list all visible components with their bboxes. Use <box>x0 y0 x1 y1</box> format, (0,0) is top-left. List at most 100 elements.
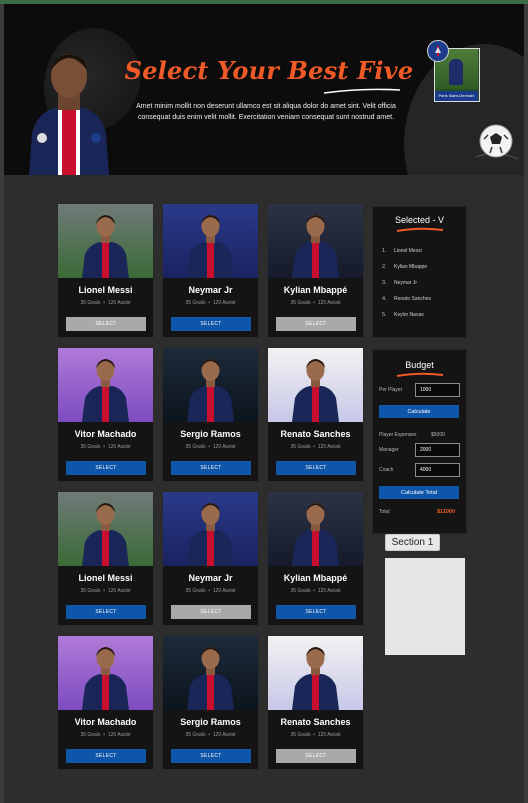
select-button[interactable]: SELECT <box>66 461 146 475</box>
select-button[interactable]: SELECT <box>171 605 251 619</box>
player-photo <box>163 348 258 422</box>
selected-item-number: 3. <box>382 280 387 286</box>
player-card: Renato Sanches 35 Goals • 120 Assist SELEC… <box>267 347 364 482</box>
player-goals: 35 Goals <box>80 732 101 738</box>
select-button[interactable]: SELECT <box>171 317 251 331</box>
section-1-button[interactable]: Section 1 <box>385 534 440 551</box>
player-name: Vitor Machado <box>74 429 137 439</box>
player-photo <box>268 204 363 278</box>
select-button[interactable]: SELECT <box>171 461 251 475</box>
coach-input[interactable]: 4000 <box>415 463 460 477</box>
hero-player-figure <box>29 54 109 175</box>
player-card: Renato Sanches 35 Goals • 120 Assist SELEC… <box>267 635 364 770</box>
total-row: Total $11000 <box>379 509 455 515</box>
player-expenses-value: $5000 <box>431 432 445 438</box>
per-player-input[interactable]: 1000 <box>415 383 460 397</box>
player-photo <box>58 636 153 710</box>
select-button[interactable]: SELECT <box>66 317 146 331</box>
select-button[interactable]: SELECT <box>276 461 356 475</box>
stats-separator: • <box>100 300 108 306</box>
selected-player-list: 1. Lionel Messi 2. Kylian Mbappe 3. Neymar Jr… <box>373 233 466 323</box>
selected-list-item: 4. Renato Sanches <box>382 291 466 307</box>
player-name: Renato Sanches <box>280 717 351 727</box>
select-button[interactable]: SELECT <box>66 749 146 763</box>
selected-item-name: Neymar Jr <box>394 280 418 286</box>
selected-item-name: Renato Sanches <box>394 296 431 302</box>
player-card: Sergio Ramos 35 Goals • 120 Assist SELECT <box>162 635 259 770</box>
selected-list-item: 1. Lionel Messi <box>382 243 466 259</box>
player-expenses-row: Player Expenses $5000 <box>379 432 445 438</box>
player-expenses-label: Player Expenses <box>379 432 417 438</box>
player-photo <box>268 636 363 710</box>
selected-item-name: Kylian Mbappe <box>394 264 428 270</box>
player-goals: 35 Goals <box>80 444 101 450</box>
player-photo-figure <box>163 492 258 566</box>
player-card: Lionel Messi 35 Goals • 120 Assist SELECT <box>57 203 154 338</box>
manager-input[interactable]: 2000 <box>415 443 460 457</box>
section-1-placeholder-box <box>385 558 465 655</box>
total-label: Total <box>379 509 390 515</box>
player-assist: 120 Assist <box>107 732 131 738</box>
calculate-total-button[interactable]: Calculate Total <box>379 486 459 499</box>
player-assist: 120 Assist <box>317 588 341 594</box>
player-photo <box>58 348 153 422</box>
player-name: Kylian Mbappé <box>283 285 348 295</box>
select-button[interactable]: SELECT <box>66 605 146 619</box>
player-goals: 35 Goals <box>290 588 311 594</box>
psg-crest-icon <box>427 40 449 62</box>
player-stats: 35 Goals • 120 Assist <box>163 444 258 450</box>
player-assist: 120 Assist <box>317 732 341 738</box>
player-photo <box>268 492 363 566</box>
player-photo-figure <box>163 204 258 278</box>
selected-item-name: Lionel Messi <box>394 248 422 254</box>
budget-title: Budget <box>405 360 434 370</box>
player-photo-figure <box>58 636 153 710</box>
player-photo-figure <box>268 348 363 422</box>
player-card: Kylian Mbappé 35 Goals • 120 Assist SELECT <box>267 203 364 338</box>
player-stats: 35 Goals • 120 Assist <box>58 588 153 594</box>
stats-separator: • <box>310 444 318 450</box>
player-card: Kylian Mbappé 35 Goals • 120 Assist SELECT <box>267 491 364 626</box>
selected-list-item: 5. Keylor Navas <box>382 307 466 323</box>
selected-list-item: 2. Kylian Mbappe <box>382 259 466 275</box>
selected-item-number: 4. <box>382 296 387 302</box>
player-card: Neymar Jr 35 Goals • 120 Assist SELECT <box>162 203 259 338</box>
player-stats: 35 Goals • 120 Assist <box>58 444 153 450</box>
player-goals: 35 Goals <box>185 588 206 594</box>
coach-row: Coach 4000 <box>379 463 460 477</box>
player-name: Lionel Messi <box>78 573 133 583</box>
budget-panel: Budget Per Player 1000 Calculate Player … <box>372 349 467 534</box>
player-photo <box>163 636 258 710</box>
calculate-button[interactable]: Calculate <box>379 405 459 418</box>
player-photo <box>58 204 153 278</box>
player-photo-figure <box>58 204 153 278</box>
player-goals: 35 Goals <box>80 300 101 306</box>
player-assist: 120 Assist <box>212 444 236 450</box>
player-photo <box>163 204 258 278</box>
select-button[interactable]: SELECT <box>171 749 251 763</box>
stats-separator: • <box>310 588 318 594</box>
select-button[interactable]: SELECT <box>276 605 356 619</box>
player-goals: 35 Goals <box>290 444 311 450</box>
player-photo-figure <box>58 492 153 566</box>
stats-separator: • <box>100 444 108 450</box>
player-assist: 120 Assist <box>317 300 341 306</box>
player-name: Sergio Ramos <box>180 429 241 439</box>
stats-separator: • <box>310 732 318 738</box>
selected-item-number: 5. <box>382 312 387 318</box>
page-title: Select Your Best Five <box>124 56 414 85</box>
player-stats: 35 Goals • 120 Assist <box>268 444 363 450</box>
hero-banner: Select Your Best Five Amet minim mollit … <box>4 4 524 175</box>
player-stats: 35 Goals • 120 Assist <box>268 588 363 594</box>
player-stats: 35 Goals • 120 Assist <box>268 732 363 738</box>
player-name: Vitor Machado <box>74 717 137 727</box>
player-name: Neymar Jr <box>188 573 233 583</box>
select-button[interactable]: SELECT <box>276 317 356 331</box>
select-button[interactable]: SELECT <box>276 749 356 763</box>
player-name: Neymar Jr <box>188 285 233 295</box>
player-name: Sergio Ramos <box>180 717 241 727</box>
right-frame-border <box>524 4 528 803</box>
total-value: $11000 <box>437 509 456 515</box>
stats-separator: • <box>205 300 213 306</box>
per-player-row: Per Player 1000 <box>379 383 460 397</box>
